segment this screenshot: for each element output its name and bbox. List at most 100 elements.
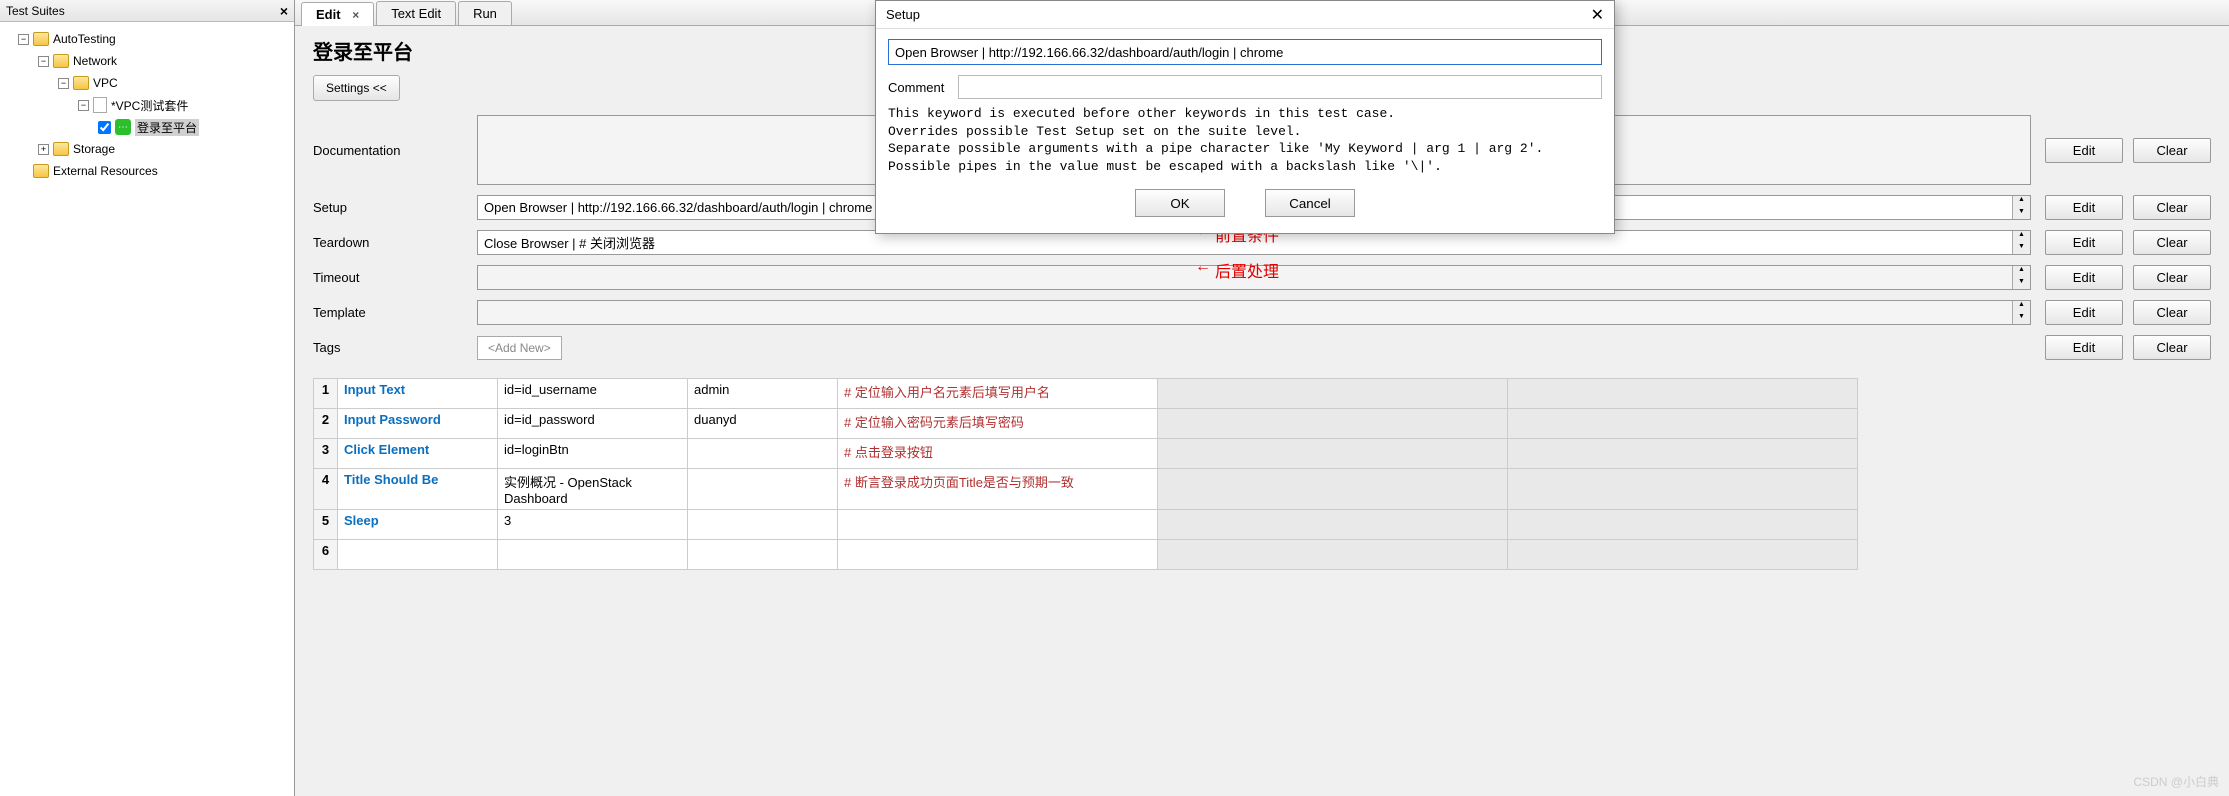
arg-cell[interactable] [688,469,838,510]
close-dialog-icon[interactable]: ✕ [1591,5,1604,25]
clear-button[interactable]: Clear [2133,138,2211,163]
arg-cell[interactable]: id=id_username [498,379,688,409]
edit-button[interactable]: Edit [2045,265,2123,290]
testcase-checkbox[interactable] [98,121,111,134]
tree-node-external[interactable]: External Resources [18,160,290,182]
steps-table[interactable]: 1Input Textid=id_usernameadmin# 定位输入用户名元… [313,378,1858,570]
dialog-keyword-input[interactable] [888,39,1602,65]
arg-cell[interactable]: admin [688,379,838,409]
collapse-icon[interactable]: − [18,34,29,45]
arg-cell[interactable] [688,510,838,540]
table-row[interactable]: 2Input Passwordid=id_passwordduanyd# 定位输… [314,409,1858,439]
stepper[interactable]: ▲▼ [2012,301,2030,324]
editor-area: Edit × Text Edit Run 登录至平台 Settings << D… [295,0,2229,796]
keyword-cell[interactable]: Sleep [338,510,498,540]
ok-button[interactable]: OK [1135,189,1225,217]
close-tab-icon[interactable]: × [352,8,359,22]
tree-label: Network [73,54,117,68]
tab-textedit[interactable]: Text Edit [376,1,456,25]
edit-button[interactable]: Edit [2045,195,2123,220]
watermark: CSDN @小白典 [2133,773,2219,790]
close-icon[interactable]: × [280,3,288,19]
stepper[interactable]: ▲▼ [2012,231,2030,254]
blank-cell[interactable] [1158,469,1508,510]
tab-run[interactable]: Run [458,1,512,25]
arg-cell[interactable] [688,439,838,469]
table-row[interactable]: 5Sleep3 [314,510,1858,540]
dialog-comment-input[interactable] [958,75,1602,99]
settings-button[interactable]: Settings << [313,75,400,101]
comment-cell[interactable] [838,510,1158,540]
edit-button[interactable]: Edit [2045,138,2123,163]
tree-label: AutoTesting [53,32,116,46]
comment-cell[interactable] [838,540,1158,570]
cancel-button[interactable]: Cancel [1265,189,1355,217]
table-row[interactable]: 6 [314,540,1858,570]
collapse-icon[interactable]: − [58,78,69,89]
clear-button[interactable]: Clear [2133,230,2211,255]
timeout-field[interactable]: ▲▼ [477,265,2031,290]
arg-cell[interactable]: id=loginBtn [498,439,688,469]
template-field[interactable]: ▲▼ [477,300,2031,325]
tab-edit[interactable]: Edit × [301,2,374,26]
arg-cell[interactable]: id=id_password [498,409,688,439]
keyword-cell[interactable]: Input Text [338,379,498,409]
clear-button[interactable]: Clear [2133,335,2211,360]
blank-cell[interactable] [1158,439,1508,469]
comment-cell[interactable]: # 点击登录按钮 [838,439,1158,469]
blank-cell[interactable] [1508,510,1858,540]
tree-node-suite[interactable]: − *VPC测试套件 [78,94,290,116]
blank-cell[interactable] [1158,409,1508,439]
blank-cell[interactable] [1508,469,1858,510]
setup-label: Setup [313,200,463,215]
dialog-titlebar[interactable]: Setup ✕ [876,1,1614,29]
blank-cell[interactable] [1508,379,1858,409]
keyword-cell[interactable]: Input Password [338,409,498,439]
arg-cell[interactable]: 实例概况 - OpenStack Dashboard [498,469,688,510]
blank-cell[interactable] [1158,540,1508,570]
blank-cell[interactable] [1508,540,1858,570]
keyword-cell[interactable] [338,540,498,570]
clear-button[interactable]: Clear [2133,300,2211,325]
blank-cell[interactable] [1508,439,1858,469]
file-icon [93,97,107,113]
comment-cell[interactable]: # 定位输入密码元素后填写密码 [838,409,1158,439]
stepper[interactable]: ▲▼ [2012,266,2030,289]
tree-node-network[interactable]: − Network [38,50,290,72]
dialog-comment-label: Comment [888,80,944,95]
testcase-icon: ⋯ [115,119,131,135]
edit-button[interactable]: Edit [2045,230,2123,255]
collapse-icon[interactable]: − [78,100,89,111]
tree-node-vpc[interactable]: − VPC [58,72,290,94]
collapse-icon[interactable]: − [38,56,49,67]
tree-label: *VPC测试套件 [111,97,188,114]
stepper[interactable]: ▲▼ [2012,196,2030,219]
keyword-cell[interactable]: Click Element [338,439,498,469]
comment-cell[interactable]: # 定位输入用户名元素后填写用户名 [838,379,1158,409]
clear-button[interactable]: Clear [2133,195,2211,220]
blank-cell[interactable] [1508,409,1858,439]
keyword-cell[interactable]: Title Should Be [338,469,498,510]
arg-cell[interactable]: duanyd [688,409,838,439]
tree-node-autotesting[interactable]: − AutoTesting [18,28,290,50]
tree-label: External Resources [53,164,158,178]
comment-cell[interactable]: # 断言登录成功页面Title是否与预期一致 [838,469,1158,510]
table-row[interactable]: 1Input Textid=id_usernameadmin# 定位输入用户名元… [314,379,1858,409]
arg-cell[interactable] [498,540,688,570]
table-row[interactable]: 3Click Elementid=loginBtn# 点击登录按钮 [314,439,1858,469]
blank-cell[interactable] [1158,510,1508,540]
row-number: 5 [314,510,338,540]
edit-button[interactable]: Edit [2045,335,2123,360]
arg-cell[interactable] [688,540,838,570]
blank-cell[interactable] [1158,379,1508,409]
expand-icon[interactable]: + [38,144,49,155]
arg-cell[interactable]: 3 [498,510,688,540]
row-number: 1 [314,379,338,409]
clear-button[interactable]: Clear [2133,265,2211,290]
tree-node-testcase[interactable]: ⋯ 登录至平台 [98,116,290,138]
dialog-title: Setup [886,7,920,22]
tree-node-storage[interactable]: + Storage [38,138,290,160]
add-tag-button[interactable]: <Add New> [477,336,562,360]
table-row[interactable]: 4Title Should Be实例概况 - OpenStack Dashboa… [314,469,1858,510]
edit-button[interactable]: Edit [2045,300,2123,325]
